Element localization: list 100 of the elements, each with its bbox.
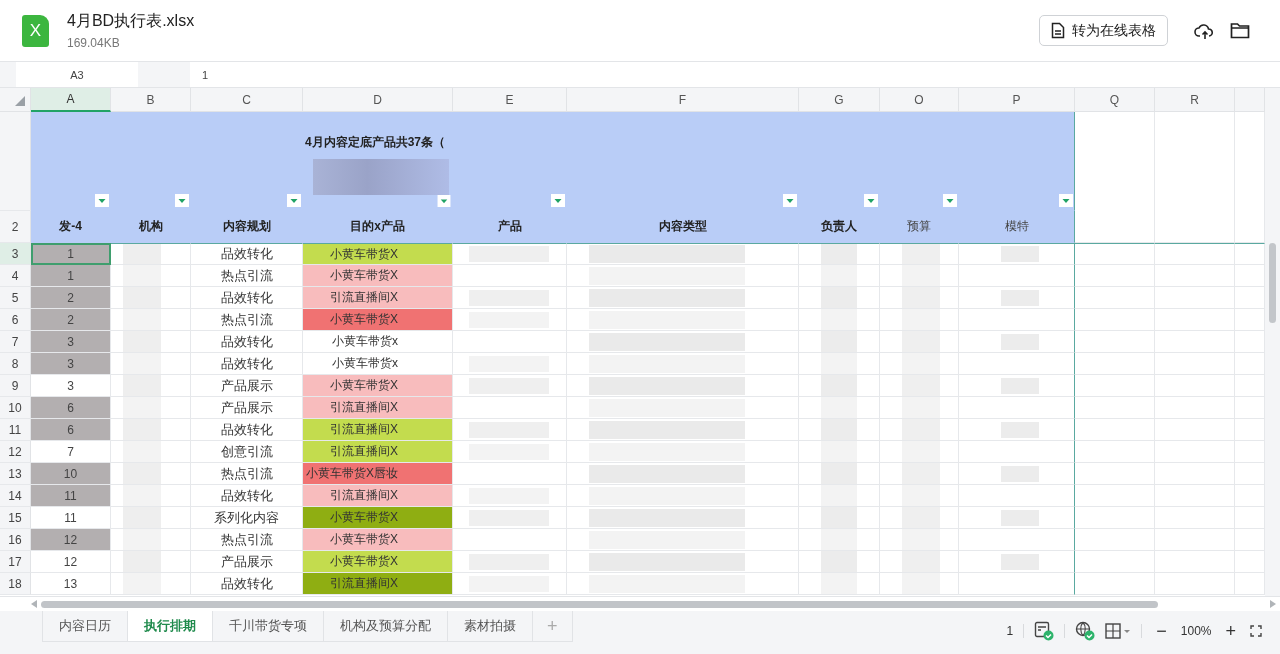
- table-cell: 6: [31, 419, 111, 441]
- select-all-icon[interactable]: [15, 96, 25, 106]
- column-header[interactable]: A: [31, 88, 111, 112]
- formula-field[interactable]: 1: [190, 62, 1280, 87]
- name-box[interactable]: A3: [16, 62, 138, 87]
- column-header[interactable]: D: [303, 88, 453, 112]
- table-cell: 3: [31, 331, 111, 353]
- table-cell: 小黄车带货X唇妆: [303, 463, 453, 485]
- file-size: 169.04KB: [67, 36, 121, 50]
- convert-button[interactable]: 转为在线表格: [1039, 15, 1168, 46]
- blurred-block: [123, 397, 161, 418]
- page-number: 1: [1006, 624, 1014, 638]
- table-cell: 小黄车带货X: [303, 375, 453, 397]
- row-number[interactable]: 16: [0, 529, 31, 551]
- table-cell: 11: [31, 485, 111, 507]
- table-cell: 小黄车带货X: [303, 265, 453, 287]
- blurred-block: [123, 529, 161, 550]
- row-number[interactable]: 7: [0, 331, 31, 353]
- column-header[interactable]: P: [959, 88, 1075, 112]
- table-cell: 6: [31, 397, 111, 419]
- column-header[interactable]: B: [111, 88, 191, 112]
- column-header[interactable]: E: [453, 88, 567, 112]
- blurred-block: [821, 529, 857, 550]
- table-cell: 品效转化: [191, 243, 303, 265]
- table-cell: 3: [31, 353, 111, 375]
- table-cell: 1: [31, 265, 111, 287]
- filter-dropdown-icon[interactable]: [287, 194, 301, 207]
- blurred-block: [123, 309, 161, 330]
- zoom-out-button[interactable]: −: [1152, 620, 1171, 642]
- row-number[interactable]: 8: [0, 353, 31, 375]
- horizontal-scrollbar[interactable]: [41, 600, 1158, 608]
- blurred-block: [821, 573, 857, 594]
- row-number[interactable]: 6: [0, 309, 31, 331]
- filter-dropdown-icon[interactable]: [864, 194, 878, 207]
- row-number[interactable]: 9: [0, 375, 31, 397]
- row-number[interactable]: 4: [0, 265, 31, 287]
- sheet-check-icon[interactable]: [1034, 621, 1055, 641]
- filter-dropdown-icon[interactable]: [783, 194, 797, 207]
- blurred-block: [821, 309, 857, 330]
- column-header[interactable]: F: [567, 88, 799, 112]
- vertical-scrollbar[interactable]: [1265, 88, 1280, 596]
- filter-dropdown-icon[interactable]: [437, 195, 451, 207]
- zoom-in-button[interactable]: +: [1221, 620, 1240, 642]
- table-cell: 10: [31, 463, 111, 485]
- blurred-block: [123, 353, 161, 374]
- row-number[interactable]: 10: [0, 397, 31, 419]
- blurred-block: [821, 485, 857, 506]
- row-number[interactable]: 12: [0, 441, 31, 463]
- table-cell: 内容规划: [191, 211, 303, 243]
- fullscreen-icon[interactable]: [1250, 625, 1262, 637]
- sheet-title: 4月内容定底产品共37条（: [305, 134, 447, 151]
- filter-dropdown-icon[interactable]: [95, 194, 109, 207]
- row-number[interactable]: 5: [0, 287, 31, 309]
- row-number[interactable]: 15: [0, 507, 31, 529]
- row-number[interactable]: 2: [0, 211, 31, 243]
- row-number[interactable]: 11: [0, 419, 31, 441]
- blurred-block: [123, 441, 161, 462]
- blurred-block: [902, 397, 940, 418]
- row-number[interactable]: 13: [0, 463, 31, 485]
- scroll-thumb[interactable]: [1269, 243, 1276, 323]
- column-header[interactable]: R: [1155, 88, 1235, 112]
- table-cell: 12: [31, 529, 111, 551]
- table-cell: 预算: [880, 211, 959, 243]
- table-cell: 目的x产品: [303, 211, 453, 243]
- table-cell: 小黄车带货x: [303, 331, 453, 353]
- blurred-block: [123, 265, 161, 286]
- filter-dropdown-icon[interactable]: [551, 194, 565, 207]
- table-cell: 负责人: [799, 211, 880, 243]
- row-number[interactable]: 17: [0, 551, 31, 573]
- blurred-block: [902, 529, 940, 550]
- folder-icon[interactable]: [1230, 22, 1250, 39]
- row-number[interactable]: 18: [0, 573, 31, 595]
- table-cell: 小黄车带货X: [303, 243, 453, 265]
- column-header[interactable]: Q: [1075, 88, 1155, 112]
- filter-dropdown-icon[interactable]: [943, 194, 957, 207]
- scroll-right-icon[interactable]: [1270, 600, 1276, 608]
- row-number[interactable]: 14: [0, 485, 31, 507]
- row-number[interactable]: 3: [0, 243, 31, 265]
- filter-dropdown-icon[interactable]: [175, 194, 189, 207]
- table-cell: 12: [31, 551, 111, 573]
- blurred-block: [821, 244, 857, 264]
- scroll-left-icon[interactable]: [31, 600, 37, 608]
- cloud-upload-icon[interactable]: [1194, 21, 1214, 40]
- table-cell: 模特: [959, 211, 1075, 243]
- column-header[interactable]: C: [191, 88, 303, 112]
- blurred-block: [902, 265, 940, 286]
- table-cell: 2: [31, 309, 111, 331]
- zoom-level: 100%: [1180, 624, 1212, 638]
- blurred-block: [902, 309, 940, 330]
- freeze-grid-icon[interactable]: [1105, 623, 1132, 639]
- sheet-tab[interactable]: 执行排期: [128, 611, 213, 641]
- column-header[interactable]: G: [799, 88, 880, 112]
- blurred-block: [821, 441, 857, 462]
- table-cell: 引流直播间X: [303, 573, 453, 595]
- blurred-block: [821, 265, 857, 286]
- table-cell: 13: [31, 573, 111, 595]
- column-header[interactable]: O: [880, 88, 959, 112]
- blurred-block: [902, 353, 940, 374]
- globe-check-icon[interactable]: [1075, 621, 1096, 641]
- filter-dropdown-icon[interactable]: [1059, 194, 1073, 207]
